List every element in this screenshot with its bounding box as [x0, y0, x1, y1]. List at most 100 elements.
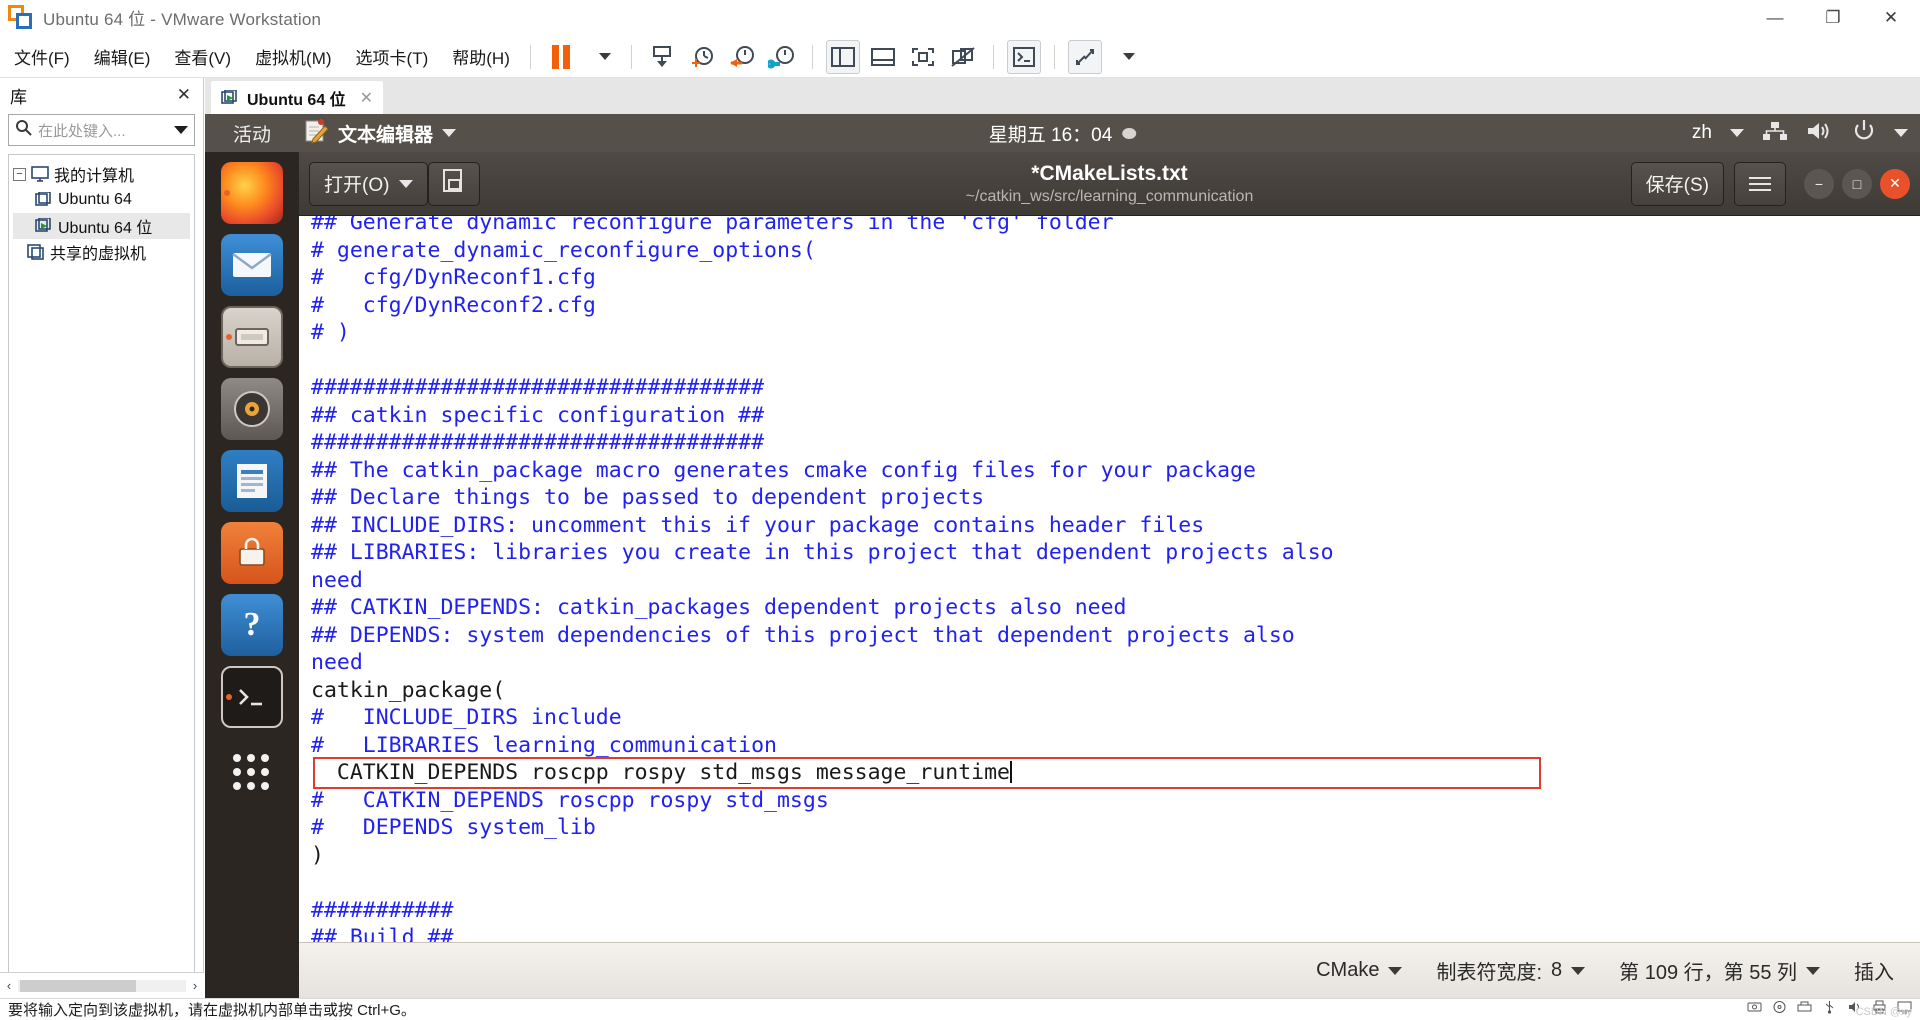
code-line: ## The catkin_package macro generates cm…	[311, 457, 1256, 483]
chevron-down-icon-tray[interactable]	[1894, 129, 1908, 137]
files-nautilus-icon[interactable]	[221, 306, 283, 368]
editor-text-area[interactable]: ## Generate dynamic reconfigure paramete…	[299, 216, 1920, 942]
save-button[interactable]: 保存(S)	[1630, 161, 1724, 206]
manage-snapshots-button[interactable]	[765, 40, 799, 74]
harddisk-icon[interactable]	[1747, 1000, 1762, 1019]
help-icon[interactable]: ?	[221, 594, 283, 656]
activities-button[interactable]: 活动	[205, 120, 285, 147]
code-line: ## Generate dynamic reconfigure paramete…	[311, 216, 1114, 235]
tree-item-shared-vms[interactable]: 共享的虚拟机	[13, 239, 190, 265]
menu-vm[interactable]: 虚拟机(M)	[245, 44, 341, 69]
window-controls: — ❐ ✕	[1746, 0, 1920, 36]
clock-area[interactable]: 星期五 16：04	[989, 120, 1137, 147]
menu-file[interactable]: 文件(F)	[4, 44, 80, 69]
thunderbird-mail-icon[interactable]	[221, 234, 283, 296]
terminal-icon-dock[interactable]	[221, 666, 283, 728]
code-line: ## catkin specific configuration ##	[311, 402, 765, 428]
gedit-minimize-button[interactable]: −	[1804, 168, 1834, 199]
revert-snapshot-button[interactable]	[725, 40, 759, 74]
expand-arrows-icon	[1073, 46, 1097, 68]
tab-close-icon[interactable]: ✕	[360, 88, 373, 108]
unity-mode-button[interactable]	[946, 40, 980, 74]
search-dropdown-icon[interactable]	[174, 126, 188, 134]
menu-help[interactable]: 帮助(H)	[442, 44, 520, 69]
code-line: need	[311, 650, 363, 675]
chevron-down-icon-open	[399, 179, 414, 188]
new-tab-button[interactable]	[428, 161, 481, 206]
usb-icon[interactable]	[1822, 1000, 1837, 1019]
close-button[interactable]: ✕	[1862, 0, 1920, 36]
tab-width-selector[interactable]: 制表符宽度: 8	[1436, 956, 1586, 985]
tree-item-my-computer[interactable]: − 我的计算机	[13, 161, 190, 187]
save-button-label: 保存(S)	[1645, 175, 1709, 196]
tree-item-ubuntu-64[interactable]: Ubuntu 64	[13, 187, 190, 213]
libreoffice-writer-icon[interactable]	[221, 450, 283, 512]
gedit-maximize-button[interactable]: □	[1842, 168, 1872, 199]
power-dropdown-button[interactable]	[584, 40, 618, 74]
gedit-title-block: *CMakeLists.txt ~/catkin_ws/src/learning…	[966, 162, 1254, 206]
chevron-down-icon-app[interactable]	[442, 129, 457, 137]
stretch-guest-button[interactable]	[1067, 39, 1102, 74]
stretch-dropdown-button[interactable]	[1108, 40, 1142, 74]
scroll-right-icon[interactable]: ›	[186, 978, 204, 993]
toolbar-divider	[529, 44, 531, 69]
gedit-close-button[interactable]: ✕	[1880, 168, 1910, 199]
code-line: # INCLUDE_DIRS include	[311, 705, 622, 730]
firefox-icon[interactable]	[221, 162, 283, 224]
unity-disabled-icon	[950, 46, 976, 68]
menu-view[interactable]: 查看(V)	[164, 44, 241, 69]
suspend-button[interactable]	[544, 40, 578, 74]
cd-icon[interactable]	[1772, 1000, 1787, 1019]
open-button[interactable]: 打开(O)	[309, 161, 429, 206]
library-title: 库	[10, 87, 27, 107]
scroll-left-icon[interactable]: ‹	[0, 978, 18, 993]
library-hscrollbar[interactable]: ‹ ›	[0, 972, 204, 998]
minimize-button[interactable]: —	[1746, 0, 1804, 36]
chevron-down-icon-layout[interactable]	[1730, 129, 1744, 137]
gedit-headerbar: 打开(O) *CMakeLists.txt ~/catkin_ws/src/le…	[299, 152, 1920, 216]
code-line: )	[311, 842, 324, 868]
running-indicator-dot	[224, 190, 230, 196]
tree-item-label: Ubuntu 64	[58, 191, 132, 208]
maximize-button[interactable]: ❐	[1804, 0, 1862, 36]
scroll-track[interactable]	[18, 979, 186, 992]
snapshot-manager-button[interactable]	[645, 40, 679, 74]
tab-ubuntu-64-bit[interactable]: Ubuntu 64 位 ✕	[211, 81, 383, 114]
power-icon[interactable]	[1852, 119, 1876, 148]
show-thumbnails-button[interactable]	[866, 40, 900, 74]
show-library-button[interactable]	[825, 39, 860, 74]
cursor-position[interactable]: 第 109 行，第 55 列	[1619, 956, 1820, 985]
tree-item-ubuntu-64-bit[interactable]: Ubuntu 64 位	[13, 213, 190, 239]
hamburger-menu-icon[interactable]	[1734, 161, 1786, 206]
console-button[interactable]	[1006, 39, 1041, 74]
ubuntu-software-icon[interactable]	[221, 522, 283, 584]
app-menu[interactable]: 文本编辑器	[285, 118, 457, 149]
show-applications-icon[interactable]	[221, 742, 283, 804]
vm-running-icon	[35, 217, 53, 234]
code-line: need	[311, 567, 363, 593]
network-icon[interactable]	[1762, 120, 1788, 147]
language-selector[interactable]: CMake	[1316, 959, 1403, 982]
expander-collapse-icon[interactable]: −	[13, 167, 26, 181]
keyboard-layout-label[interactable]: zh	[1692, 122, 1712, 144]
rhythmbox-icon[interactable]	[221, 378, 283, 440]
take-snapshot-button[interactable]	[685, 40, 719, 74]
insert-mode-text: 插入	[1854, 962, 1894, 984]
code-line: ## CATKIN_DEPENDS: catkin_packages depen…	[311, 595, 1127, 620]
vmware-titlebar: Ubuntu 64 位 - VMware Workstation — ❐ ✕	[0, 0, 1920, 36]
gedit-statusbar: CMake 制表符宽度: 8 第 109 行，第 55 列 插入	[299, 942, 1920, 998]
toolbar-divider-2	[630, 44, 632, 69]
system-tray[interactable]: zh	[1692, 119, 1908, 148]
chevron-down-icon-tabwidth	[1571, 966, 1586, 975]
scroll-thumb[interactable]	[20, 979, 136, 992]
code-line: catkin_package(	[311, 677, 506, 703]
toolbar-divider-5	[1053, 44, 1055, 69]
network-adapter-icon[interactable]	[1797, 1000, 1812, 1019]
fullscreen-button[interactable]	[906, 40, 940, 74]
search-input-placeholder[interactable]: 在此处键入...	[38, 120, 168, 141]
volume-icon[interactable]	[1806, 119, 1834, 148]
menu-edit[interactable]: 编辑(E)	[84, 44, 161, 69]
library-close-icon[interactable]: ✕	[171, 85, 197, 105]
menu-tabs[interactable]: 选项卡(T)	[346, 44, 439, 69]
library-search[interactable]: 在此处键入...	[8, 114, 195, 146]
